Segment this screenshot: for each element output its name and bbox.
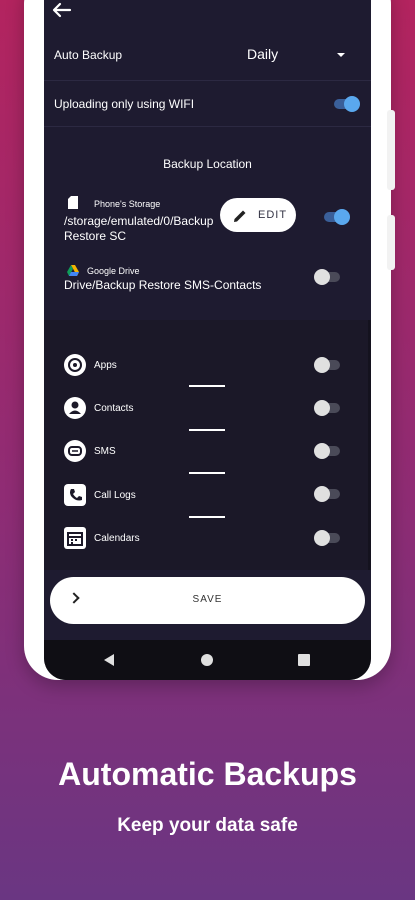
promo-headline: Automatic Backups: [58, 756, 357, 792]
save-button[interactable]: SAVE: [50, 577, 365, 624]
phone-volume-button: [387, 215, 395, 270]
contacts-label: Contacts: [94, 403, 134, 414]
app-screen: Auto Backup Daily Uploading only using W…: [44, 0, 371, 680]
call-logs-label: Call Logs: [94, 490, 136, 501]
apps-label: Apps: [94, 360, 117, 371]
wifi-only-label: Uploading only using WIFI: [54, 97, 195, 111]
auto-backup-label: Auto Backup: [54, 48, 123, 62]
phone-storage-toggle[interactable]: [322, 209, 350, 225]
google-drive-icon: [67, 265, 79, 276]
nav-recents-icon[interactable]: [298, 654, 310, 666]
contacts-icon: [64, 397, 86, 419]
call-logs-toggle[interactable]: [314, 486, 342, 502]
google-drive-title: Google Drive: [87, 266, 140, 276]
google-drive-toggle[interactable]: [314, 269, 342, 285]
auto-backup-row[interactable]: Auto Backup Daily: [44, 32, 371, 81]
phone-storage-title: Phone's Storage: [94, 199, 161, 209]
phone-power-button: [387, 110, 395, 190]
save-button-label: SAVE: [192, 594, 223, 605]
calendars-toggle[interactable]: [314, 530, 342, 546]
dropdown-caret-icon[interactable]: [337, 53, 345, 57]
edit-path-button[interactable]: EDIT: [220, 198, 296, 232]
google-drive-path: Drive/Backup Restore SMS-Contacts: [64, 278, 262, 292]
call-logs-icon: [64, 484, 86, 506]
calendars-label: Calendars: [94, 533, 140, 544]
phone-storage-path-line2: Restore SC: [64, 229, 127, 243]
sms-toggle[interactable]: [314, 443, 342, 459]
divider: [189, 516, 225, 518]
pencil-icon: [234, 210, 246, 222]
auto-backup-frequency-select[interactable]: Daily: [247, 46, 278, 62]
nav-back-icon[interactable]: [104, 654, 114, 666]
divider: [189, 472, 225, 474]
divider: [189, 385, 225, 387]
back-arrow-icon[interactable]: [52, 2, 72, 18]
android-nav-bar: [44, 640, 371, 680]
contacts-toggle[interactable]: [314, 400, 342, 416]
sd-card-icon: [68, 196, 78, 209]
wifi-only-toggle[interactable]: [332, 96, 360, 112]
sms-icon: [64, 440, 86, 462]
sms-label: SMS: [94, 446, 116, 457]
calendar-icon: [64, 527, 86, 549]
wifi-only-row: Uploading only using WIFI: [44, 82, 371, 127]
divider: [189, 429, 225, 431]
apps-toggle[interactable]: [314, 357, 342, 373]
edit-button-label: EDIT: [258, 209, 288, 221]
backup-location-title: Backup Location: [163, 157, 252, 171]
promo-subline: Keep your data safe: [117, 815, 298, 836]
phone-storage-path-line1: /storage/emulated/0/Backup: [64, 214, 214, 228]
apps-icon: [64, 354, 86, 376]
nav-home-icon[interactable]: [201, 654, 213, 666]
